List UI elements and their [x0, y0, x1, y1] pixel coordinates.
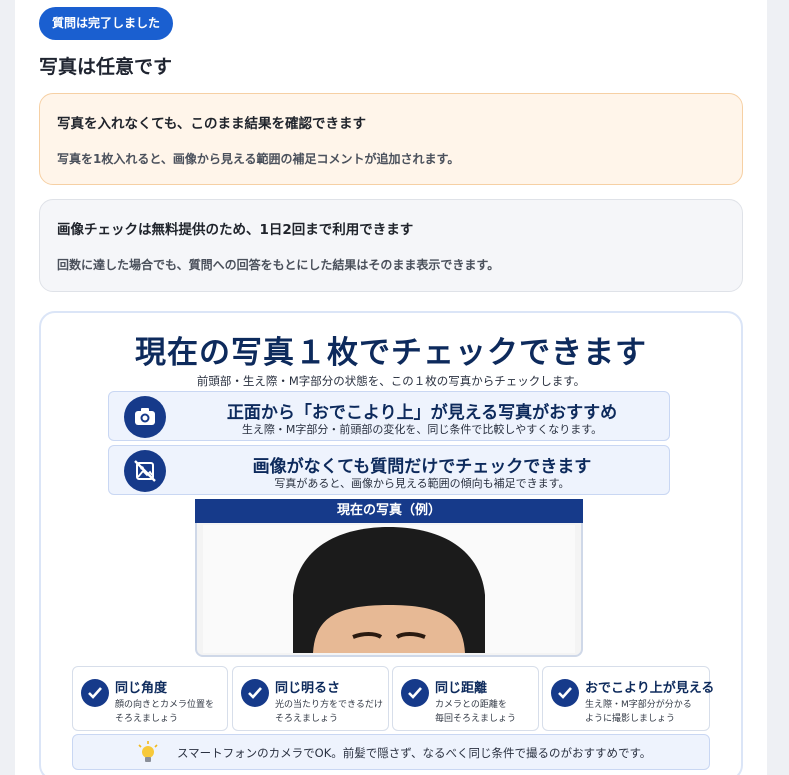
notice-heading: 写真を入れなくても、このまま結果を確認できます: [57, 116, 367, 132]
check-heading: 同じ明るさ: [275, 681, 341, 696]
example-photo-label: 現在の写真（例）: [195, 499, 583, 523]
tip-subtext: 写真があると、画像から見える範囲の傾向も補足できます。: [274, 477, 570, 490]
check-same-distance: 同じ距離 カメラとの距離を 毎回そろえましょう: [392, 666, 539, 731]
tip-heading: 画像がなくても質問だけでチェックできます: [252, 457, 592, 477]
photo-guide-banner: 現在の写真１枚でチェックできます 前頭部・生え際・M字部分の状態を、この１枚の写…: [39, 311, 743, 775]
check-same-angle: 同じ角度 顔の向きとカメラ位置を そろえましょう: [72, 666, 228, 731]
check-forehead-visible: おでこより上が見える 生え際・M字部分が分かる ように撮影しましょう: [542, 666, 714, 731]
tip-heading: 正面から「おでこより上」が見える写真がおすすめ: [226, 403, 618, 423]
lightbulb-icon: [135, 740, 161, 770]
banner-title: 現在の写真１枚でチェックできます: [135, 335, 647, 371]
check-same-brightness: 同じ明るさ 光の当たり方をできるだけ そろえましょう: [232, 666, 389, 731]
tip-subtext: 生え際・M字部分・前頭部の変化を、同じ条件で比較しやすくなります。: [241, 423, 603, 436]
tip-recommended-photo: 正面から「おでこより上」が見える写真がおすすめ 生え際・M字部分・前頭部の変化を…: [108, 391, 670, 441]
checkmark-icon: [81, 679, 109, 707]
no-image-icon: [124, 450, 166, 492]
camera-tip-footer: スマートフォンのカメラでOK。前髪で隠さず、なるべく同じ条件で撮るのがおすすめで…: [72, 734, 710, 770]
check-subtext: 顔の向きとカメラ位置を そろえましょう: [115, 700, 215, 724]
status-badge: 質問は完了しました: [39, 7, 174, 40]
checkmark-icon: [241, 679, 269, 707]
notice-body: 写真を1枚入れると、画像から見える範囲の補足コメントが追加されます。: [57, 152, 460, 166]
notice-heading: 画像チェックは無料提供のため、1日2回まで利用できます: [57, 222, 414, 238]
checkmark-icon: [551, 679, 579, 707]
check-heading: 同じ距離: [435, 681, 488, 696]
banner-subtitle: 前頭部・生え際・M字部分の状態を、この１枚の写真からチェックします。: [196, 374, 586, 388]
check-subtext: 光の当たり方をできるだけ そろえましょう: [275, 700, 383, 724]
check-subtext: カメラとの距離を 毎回そろえましょう: [435, 700, 517, 724]
example-photo-image: [203, 525, 575, 653]
optional-photo-notice: 写真を入れなくても、このまま結果を確認できます 写真を1枚入れると、画像から見え…: [39, 93, 743, 185]
footer-text: スマートフォンのカメラでOK。前髪で隠さず、なるべく同じ条件で撮るのがおすすめで…: [177, 746, 652, 760]
usage-limit-notice: 画像チェックは無料提供のため、1日2回まで利用できます 回数に達した場合でも、質…: [39, 199, 743, 292]
camera-icon: [124, 396, 166, 438]
tip-no-image: 画像がなくても質問だけでチェックできます 写真があると、画像から見える範囲の傾向…: [108, 445, 670, 495]
checkmark-icon: [401, 679, 429, 707]
check-heading: 同じ角度: [115, 681, 168, 696]
notice-body: 回数に達した場合でも、質問への回答をもとにした結果はそのまま表示できます。: [57, 258, 500, 272]
check-subtext: 生え際・M字部分が分かる ように撮影しましょう: [585, 700, 692, 724]
check-heading: おでこより上が見える: [585, 681, 715, 696]
page-title: 写真は任意です: [39, 56, 173, 78]
